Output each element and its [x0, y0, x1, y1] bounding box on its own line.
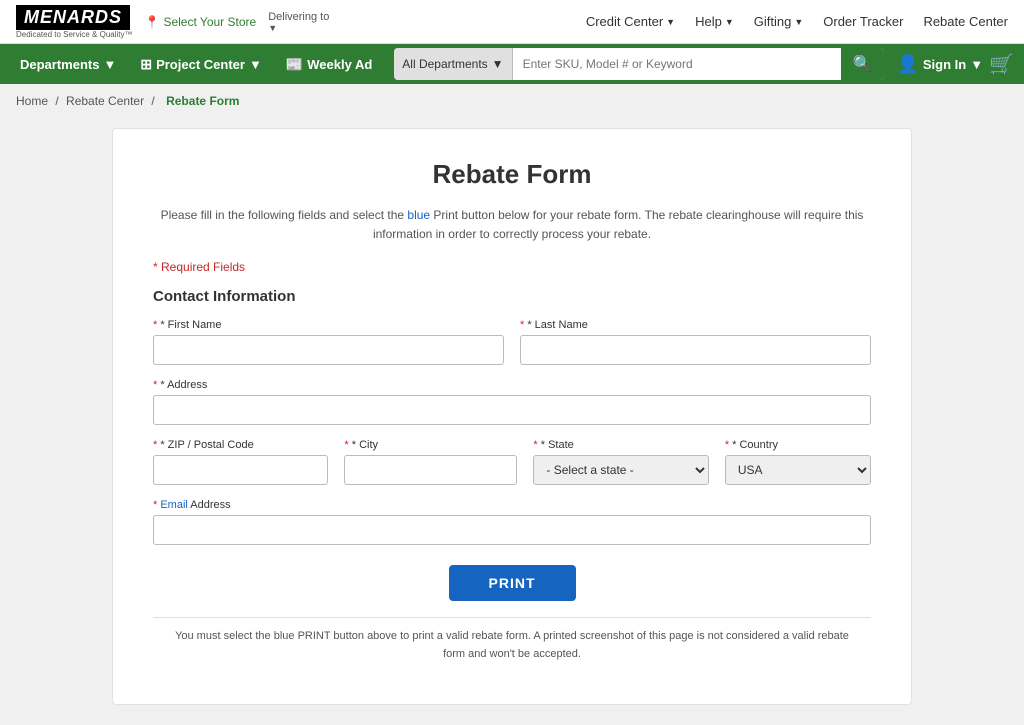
order-tracker-link[interactable]: Order Tracker	[823, 14, 903, 29]
name-row: * * First Name * * Last Name	[153, 319, 871, 365]
zip-input[interactable]	[153, 455, 328, 485]
delivering-label: Delivering to ▼	[268, 11, 329, 33]
address-label: * * Address	[153, 379, 871, 391]
help-link[interactable]: Help ▼	[695, 14, 734, 29]
first-name-group: * * First Name	[153, 319, 504, 365]
email-input[interactable]	[153, 515, 871, 545]
city-group: * * City	[344, 439, 517, 485]
breadcrumb-rebate-center[interactable]: Rebate Center	[66, 94, 144, 108]
first-name-input[interactable]	[153, 335, 504, 365]
print-button[interactable]: PRINT	[449, 565, 576, 601]
top-bar: MENARDS Dedicated to Service & Quality™ …	[0, 0, 1024, 44]
departments-nav[interactable]: Departments ▼	[10, 49, 126, 80]
email-row: * Email Address	[153, 499, 871, 545]
store-selector-label: Select Your Store	[163, 15, 256, 29]
email-group: * Email Address	[153, 499, 871, 545]
last-name-group: * * Last Name	[520, 319, 871, 365]
search-container: All Departments ▼ 🔍	[394, 48, 884, 80]
breadcrumb-home[interactable]: Home	[16, 94, 48, 108]
menards-logo: MENARDS	[16, 5, 130, 30]
departments-caret: ▼	[103, 57, 116, 72]
search-input[interactable]	[513, 48, 841, 80]
project-center-nav[interactable]: ⊞ Project Center ▼	[130, 48, 271, 81]
search-dept-caret: ▼	[492, 57, 504, 71]
top-bar-left: MENARDS Dedicated to Service & Quality™ …	[16, 5, 329, 39]
last-name-label: * * Last Name	[520, 319, 871, 331]
form-description: Please fill in the following fields and …	[153, 206, 871, 244]
city-label: * * City	[344, 439, 517, 451]
address-row: * * Address	[153, 379, 871, 425]
project-center-icon: ⊞	[140, 56, 152, 73]
state-label: * * State	[533, 439, 708, 451]
cart-icon[interactable]: 🛒	[989, 52, 1014, 77]
main-content: Rebate Form Please fill in the following…	[112, 128, 912, 705]
rebate-center-link[interactable]: Rebate Center	[923, 14, 1008, 29]
location-row: * * ZIP / Postal Code * * City * * State…	[153, 439, 871, 485]
breadcrumb: Home / Rebate Center / Rebate Form	[0, 84, 1024, 118]
address-group: * * Address	[153, 379, 871, 425]
gifting-caret: ▼	[794, 17, 803, 27]
nav-bar: Departments ▼ ⊞ Project Center ▼ 📰 Weekl…	[0, 44, 1024, 84]
project-center-caret: ▼	[249, 57, 262, 72]
search-button[interactable]: 🔍	[841, 48, 885, 80]
blue-text: blue	[407, 208, 430, 222]
zip-group: * * ZIP / Postal Code	[153, 439, 328, 485]
sign-in-caret: ▼	[970, 57, 983, 72]
print-note: You must select the blue PRINT button ab…	[153, 617, 871, 673]
address-input[interactable]	[153, 395, 871, 425]
city-input[interactable]	[344, 455, 517, 485]
state-group: * * State - Select a state - Alabama Ala…	[533, 439, 708, 485]
required-note: * Required Fields	[153, 260, 871, 274]
top-bar-right: Credit Center ▼ Help ▼ Gifting ▼ Order T…	[586, 14, 1008, 29]
logo-container: MENARDS Dedicated to Service & Quality™	[16, 5, 133, 39]
credit-center-caret: ▼	[666, 17, 675, 27]
help-caret: ▼	[725, 17, 734, 27]
account-icon: 👤	[896, 54, 918, 75]
country-group: * * Country USA Canada	[725, 439, 871, 485]
weekly-ad-icon: 📰	[286, 56, 303, 73]
country-label: * * Country	[725, 439, 871, 451]
last-name-input[interactable]	[520, 335, 871, 365]
nav-right: 👤 Sign In ▼ 🛒	[896, 52, 1014, 77]
store-selector[interactable]: 📍 Select Your Store	[145, 15, 257, 29]
search-department-dropdown[interactable]: All Departments ▼	[394, 48, 512, 80]
credit-center-link[interactable]: Credit Center ▼	[586, 14, 675, 29]
email-label: * Email Address	[153, 499, 871, 511]
state-select[interactable]: - Select a state - Alabama Alaska Arizon…	[533, 455, 708, 485]
breadcrumb-current: Rebate Form	[166, 94, 239, 108]
gifting-link[interactable]: Gifting ▼	[754, 14, 804, 29]
form-title: Rebate Form	[153, 159, 871, 190]
country-select[interactable]: USA Canada	[725, 455, 871, 485]
breadcrumb-sep1: /	[55, 94, 62, 108]
breadcrumb-sep2: /	[151, 94, 158, 108]
sign-in-button[interactable]: 👤 Sign In ▼	[896, 54, 983, 75]
logo-trademark: Dedicated to Service & Quality™	[16, 30, 133, 39]
zip-label: * * ZIP / Postal Code	[153, 439, 328, 451]
first-name-label: * * First Name	[153, 319, 504, 331]
weekly-ad-nav[interactable]: 📰 Weekly Ad	[276, 48, 382, 81]
section-title: Contact Information	[153, 288, 871, 305]
